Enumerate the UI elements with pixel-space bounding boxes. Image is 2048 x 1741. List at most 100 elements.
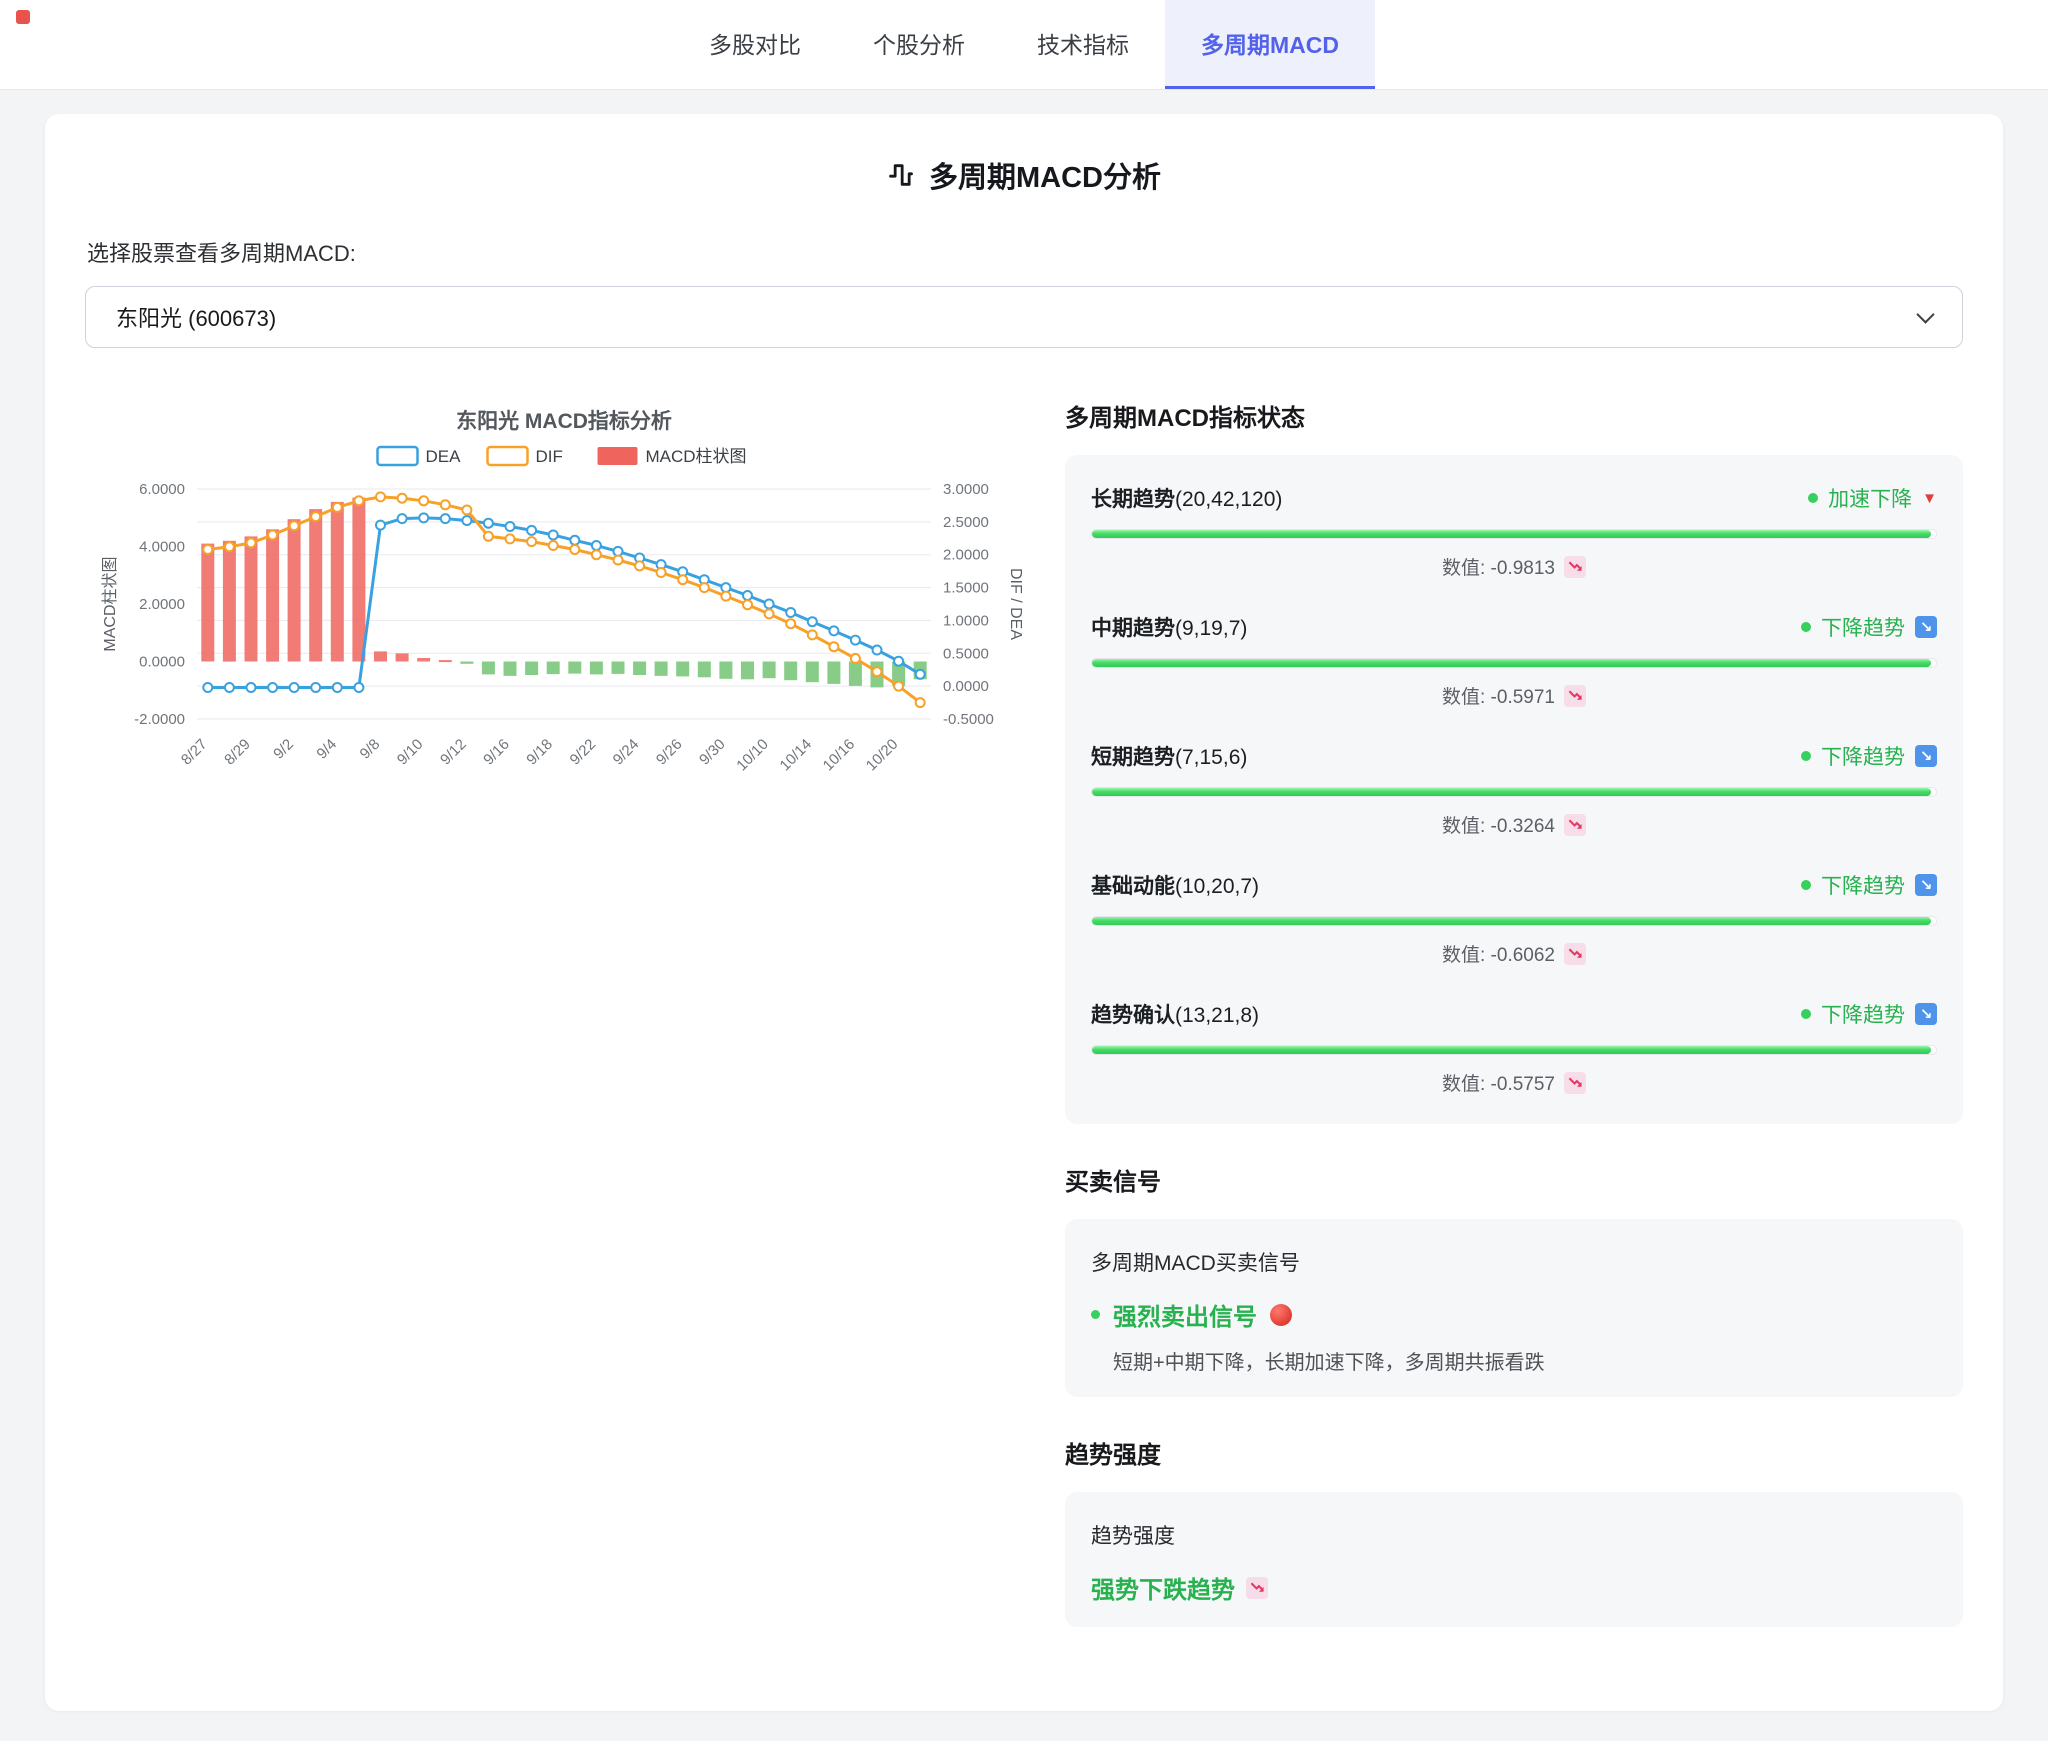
indicator-row: 短期趋势(7,15,6) 下降趋势 ↘ 数值: -0.3264: [1091, 741, 1937, 838]
indicator-header: 中期趋势(9,19,7) 下降趋势 ↘: [1091, 612, 1937, 642]
trend-heading: 趋势强度: [1065, 1435, 1963, 1470]
indicator-header: 趋势确认(13,21,8) 下降趋势 ↘: [1091, 999, 1937, 1029]
tab-multi-stock-compare[interactable]: 多股对比: [673, 0, 837, 89]
signal-card-title: 多周期MACD买卖信号: [1091, 1247, 1937, 1277]
svg-text:东阳光 MACD指标分析: 东阳光 MACD指标分析: [456, 409, 672, 433]
signal-heading: 买卖信号: [1065, 1162, 1963, 1197]
svg-text:10/20: 10/20: [863, 736, 902, 775]
signal-description: 短期+中期下降，长期加速下降，多周期共振看跌: [1091, 1346, 1937, 1375]
green-dot-icon: [1801, 1009, 1811, 1019]
indicator-progress-track: [1091, 529, 1937, 539]
svg-text:MACD柱状图: MACD柱状图: [101, 556, 119, 651]
indicator-row: 长期趋势(20,42,120) 加速下降 ▼ 数值: -0.9813: [1091, 483, 1937, 580]
indicator-value-label: 数值: -0.5757: [1442, 1069, 1555, 1096]
indicator-progress-fill: [1092, 530, 1931, 538]
svg-text:9/22: 9/22: [567, 736, 600, 769]
svg-text:2.5000: 2.5000: [943, 514, 989, 531]
indicator-state: 下降趋势 ↘: [1801, 870, 1937, 900]
chevron-down-icon: [1916, 305, 1934, 323]
indicator-state: 加速下降 ▼: [1808, 483, 1937, 513]
trend-row: 强势下跌趋势: [1091, 1570, 1937, 1605]
sell-signal-text: 强烈卖出信号: [1113, 1297, 1257, 1332]
page-title: 多周期MACD分析: [85, 154, 1963, 196]
chart-decreasing-icon: [1564, 1072, 1586, 1094]
trend-card-title: 趋势强度: [1091, 1520, 1937, 1550]
stock-select-label: 选择股票查看多周期MACD:: [87, 236, 1963, 268]
svg-text:9/4: 9/4: [313, 736, 340, 763]
indicator-progress-fill: [1092, 1046, 1931, 1054]
svg-text:10/14: 10/14: [777, 736, 816, 775]
svg-text:DEA: DEA: [426, 447, 462, 466]
indicator-state-label: 加速下降: [1828, 483, 1912, 513]
chart-decreasing-icon: [1564, 943, 1586, 965]
svg-text:9/24: 9/24: [610, 736, 643, 769]
macd-chart-panel: -0.50000.00000.50001.00001.50002.00002.5…: [85, 394, 1025, 829]
svg-text:8/27: 8/27: [178, 736, 211, 769]
tab-bar: 多股对比 个股分析 技术指标 多周期MACD: [673, 0, 1375, 89]
svg-text:9/30: 9/30: [696, 736, 729, 769]
indicator-progress-track: [1091, 916, 1937, 926]
top-navigation: 多股对比 个股分析 技术指标 多周期MACD: [0, 0, 2048, 90]
macd-chart[interactable]: -0.50000.00000.50001.00001.50002.00002.5…: [85, 394, 1025, 824]
down-right-arrow-icon: ↘: [1915, 616, 1937, 638]
indicator-header: 短期趋势(7,15,6) 下降趋势 ↘: [1091, 741, 1937, 771]
svg-text:1.5000: 1.5000: [943, 580, 989, 597]
svg-text:DIF / DEA: DIF / DEA: [1007, 568, 1024, 640]
indicator-value-label: 数值: -0.3264: [1442, 811, 1555, 838]
indicator-progress-track: [1091, 1045, 1937, 1055]
indicator-value-label: 数值: -0.6062: [1442, 940, 1555, 967]
stock-select-value: 东阳光 (600673): [116, 301, 276, 333]
chart-decreasing-icon: [1564, 556, 1586, 578]
chart-decreasing-icon: [1246, 1577, 1268, 1599]
indicator-progress-fill: [1092, 917, 1931, 925]
green-dot-icon: [1801, 880, 1811, 890]
svg-text:6.0000: 6.0000: [139, 481, 185, 498]
indicator-row: 中期趋势(9,19,7) 下降趋势 ↘ 数值: -0.5971: [1091, 612, 1937, 709]
svg-text:-0.5000: -0.5000: [943, 711, 994, 728]
triangle-down-icon: ▼: [1922, 490, 1937, 507]
main-card: 多周期MACD分析 选择股票查看多周期MACD: 东阳光 (600673) -0…: [45, 114, 2003, 1711]
indicator-state: 下降趋势 ↘: [1801, 612, 1937, 642]
green-dot-icon: [1091, 1310, 1100, 1319]
indicator-state: 下降趋势 ↘: [1801, 741, 1937, 771]
trend-strength-text: 强势下跌趋势: [1091, 1570, 1235, 1605]
indicator-value: 数值: -0.9813: [1091, 553, 1937, 580]
indicator-name: 基础动能(10,20,7): [1091, 870, 1259, 900]
indicator-value: 数值: -0.6062: [1091, 940, 1937, 967]
tab-technical-indicators[interactable]: 技术指标: [1001, 0, 1165, 89]
svg-text:9/2: 9/2: [270, 736, 297, 763]
tab-multi-period-macd[interactable]: 多周期MACD: [1165, 0, 1375, 89]
pulse-wave-icon: [887, 161, 915, 189]
trend-panel: 趋势强度 强势下跌趋势: [1065, 1492, 1963, 1627]
svg-text:DIF: DIF: [536, 447, 563, 466]
indicator-value: 数值: -0.3264: [1091, 811, 1937, 838]
indicator-value-label: 数值: -0.5971: [1442, 682, 1555, 709]
down-right-arrow-icon: ↘: [1915, 1003, 1937, 1025]
signal-row: 强烈卖出信号: [1091, 1297, 1937, 1332]
indicator-progress-fill: [1092, 788, 1931, 796]
indicator-value: 数值: -0.5757: [1091, 1069, 1937, 1096]
svg-text:9/16: 9/16: [480, 736, 513, 769]
indicator-state: 下降趋势 ↘: [1801, 999, 1937, 1029]
svg-text:3.0000: 3.0000: [943, 481, 989, 498]
svg-text:0.5000: 0.5000: [943, 645, 989, 662]
indicator-header: 长期趋势(20,42,120) 加速下降 ▼: [1091, 483, 1937, 513]
svg-text:9/26: 9/26: [653, 736, 686, 769]
indicator-progress-track: [1091, 787, 1937, 797]
logo-dot: [16, 10, 30, 24]
indicator-name: 短期趋势(7,15,6): [1091, 741, 1247, 771]
red-circle-icon: [1270, 1304, 1292, 1326]
svg-text:2.0000: 2.0000: [139, 596, 185, 613]
indicator-name: 长期趋势(20,42,120): [1091, 483, 1282, 513]
svg-text:0.0000: 0.0000: [943, 678, 989, 695]
down-right-arrow-icon: ↘: [1915, 874, 1937, 896]
svg-text:10/16: 10/16: [820, 736, 859, 775]
indicator-name: 中期趋势(9,19,7): [1091, 612, 1247, 642]
down-right-arrow-icon: ↘: [1915, 745, 1937, 767]
svg-text:9/8: 9/8: [357, 736, 384, 763]
indicator-state-label: 下降趋势: [1821, 612, 1905, 642]
tab-single-stock-analysis[interactable]: 个股分析: [837, 0, 1001, 89]
svg-text:9/10: 9/10: [394, 736, 427, 769]
page-title-text: 多周期MACD分析: [929, 154, 1161, 196]
stock-select[interactable]: 东阳光 (600673): [85, 286, 1963, 348]
